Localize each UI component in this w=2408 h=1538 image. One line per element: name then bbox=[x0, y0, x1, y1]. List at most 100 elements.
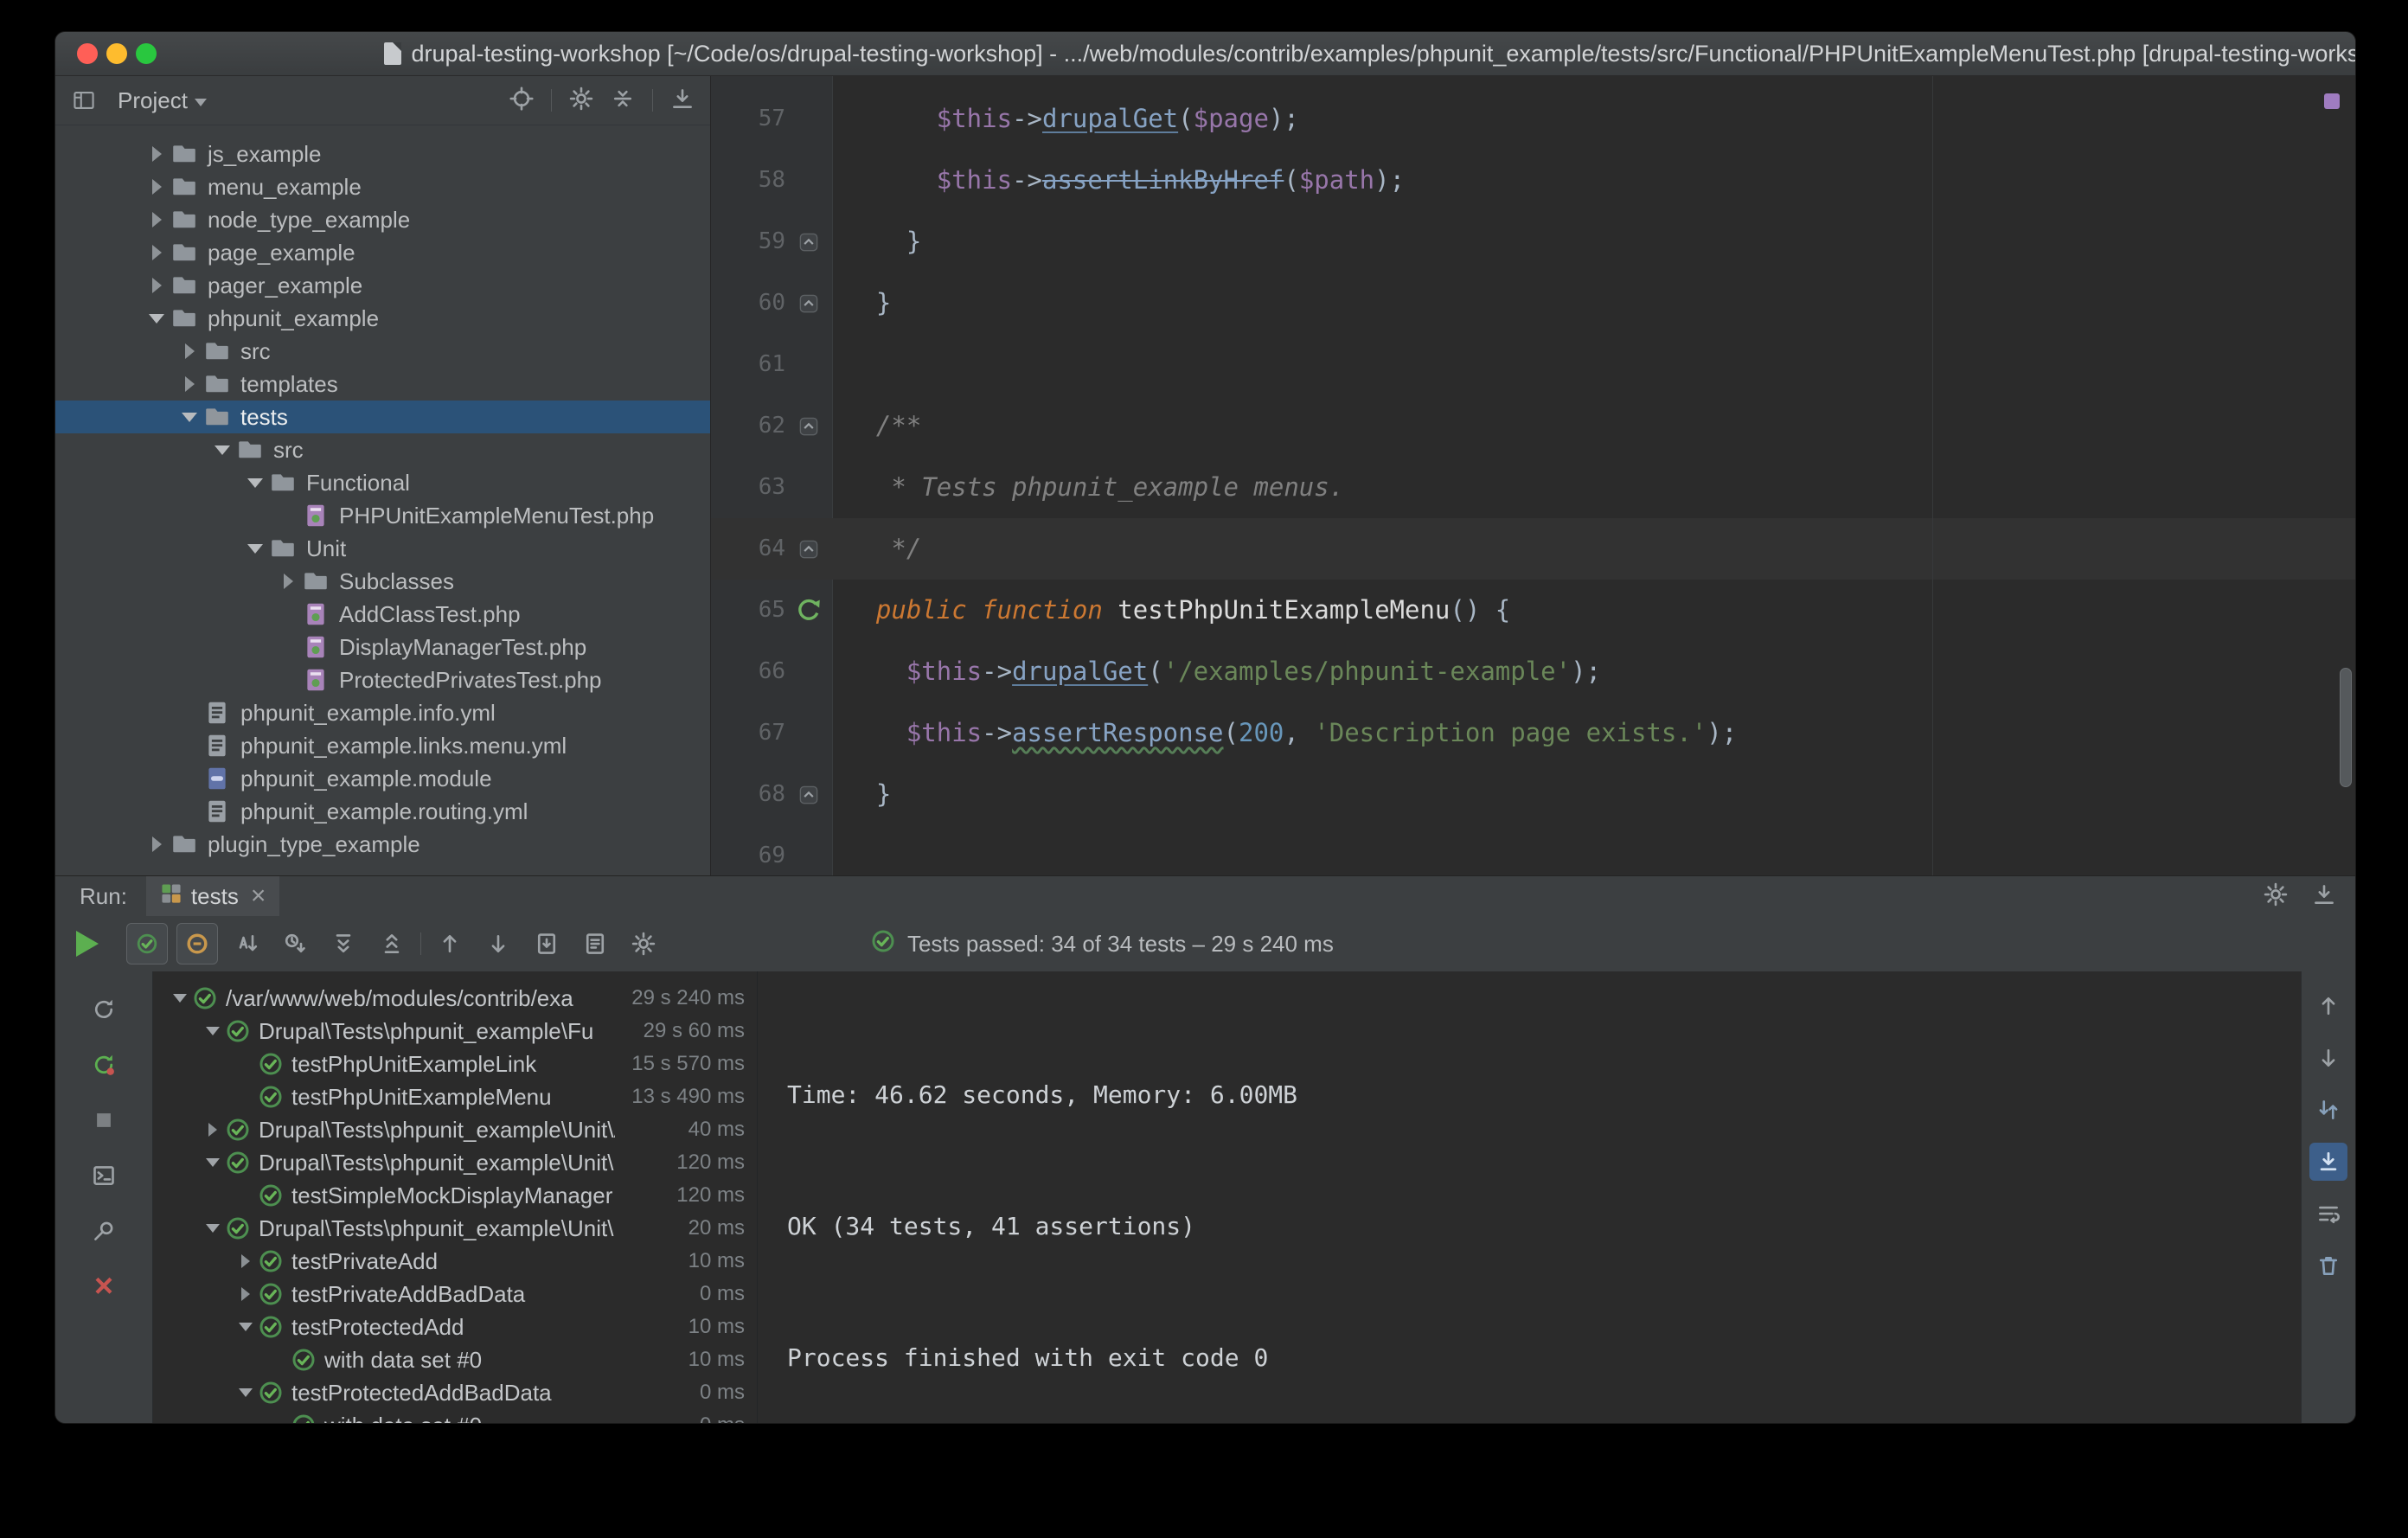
chevron-right-icon[interactable] bbox=[233, 1287, 259, 1301]
test-tree-item[interactable]: Drupal\Tests\phpunit_example\Fu 29 s 60 m… bbox=[153, 1015, 757, 1048]
fold-marker-icon[interactable] bbox=[785, 211, 832, 272]
scroll-down-button[interactable] bbox=[2309, 1039, 2347, 1077]
chevron-down-icon[interactable] bbox=[240, 477, 270, 488]
editor-line-63[interactable]: 63 * Tests phpunit_example menus. bbox=[711, 457, 2355, 518]
minimize-window-button[interactable] bbox=[106, 43, 127, 64]
console-output[interactable]: Time: 46.62 seconds, Memory: 6.00MB OK (… bbox=[758, 971, 2301, 1423]
chevron-right-icon[interactable] bbox=[142, 179, 171, 195]
editor-scrollbar[interactable] bbox=[2340, 668, 2352, 787]
zoom-window-button[interactable] bbox=[136, 43, 157, 64]
rerun-button[interactable] bbox=[85, 990, 123, 1029]
test-tree-item[interactable]: testPhpUnitExampleMenu 13 s 490 ms bbox=[153, 1080, 757, 1113]
editor-line-61[interactable]: 61 bbox=[711, 334, 2355, 395]
tree-item-phpunit-example-routing-yml[interactable]: phpunit_example.routing.yml bbox=[55, 795, 710, 828]
hide-panel-icon[interactable] bbox=[2312, 882, 2336, 911]
tab-tests[interactable]: tests × bbox=[145, 876, 280, 916]
rerun-failed-tests-button[interactable] bbox=[85, 1046, 123, 1084]
sort-by-duration-button[interactable] bbox=[275, 924, 315, 964]
test-tree-item[interactable]: testProtectedAdd 10 ms bbox=[153, 1311, 757, 1343]
editor-line-65[interactable]: 65 public function testPhpUnitExampleMen… bbox=[711, 580, 2355, 641]
tree-item-templates[interactable]: templates bbox=[55, 368, 710, 401]
chevron-right-icon[interactable] bbox=[142, 146, 171, 162]
chevron-down-icon[interactable] bbox=[208, 445, 237, 455]
settings-icon[interactable] bbox=[569, 87, 593, 115]
sort-alphabetically-button[interactable] bbox=[227, 924, 266, 964]
chevron-down-icon[interactable] bbox=[233, 1388, 259, 1397]
test-tree-item[interactable]: /var/www/web/modules/contrib/exa 29 s 240… bbox=[153, 982, 757, 1015]
test-tree-item[interactable]: testPrivateAddBadData 0 ms bbox=[153, 1278, 757, 1311]
tree-item-src[interactable]: src bbox=[55, 335, 710, 368]
tree-item-phpunitexamplemenutest-php[interactable]: PHPUnitExampleMenuTest.php bbox=[55, 499, 710, 532]
chevron-right-icon[interactable] bbox=[175, 343, 204, 359]
tree-item-addclasstest-php[interactable]: AddClassTest.php bbox=[55, 598, 710, 631]
locate-file-icon[interactable] bbox=[509, 86, 534, 115]
tree-item-plugin-type-example[interactable]: plugin_type_example bbox=[55, 828, 710, 861]
tree-item-menu-example[interactable]: menu_example bbox=[55, 170, 710, 203]
chevron-right-icon[interactable] bbox=[142, 278, 171, 293]
settings-button[interactable] bbox=[624, 924, 663, 964]
chevron-right-icon[interactable] bbox=[142, 212, 171, 227]
test-tree-item[interactable]: testSimpleMockDisplayManager 120 ms bbox=[153, 1179, 757, 1212]
tree-item-subclasses[interactable]: Subclasses bbox=[55, 565, 710, 598]
editor-line-68[interactable]: 68 } bbox=[711, 764, 2355, 825]
tree-item-js-example[interactable]: js_example bbox=[55, 138, 710, 170]
test-tree-item[interactable]: testPhpUnitExampleLink 15 s 570 ms bbox=[153, 1048, 757, 1080]
chevron-down-icon[interactable] bbox=[200, 1224, 226, 1233]
chevron-down-icon[interactable] bbox=[142, 313, 171, 324]
tree-item-displaymanagertest-php[interactable]: DisplayManagerTest.php bbox=[55, 631, 710, 663]
next-failed-test-button[interactable] bbox=[478, 924, 518, 964]
run-test-gutter-icon[interactable] bbox=[785, 580, 832, 641]
fold-marker-icon[interactable] bbox=[785, 518, 832, 580]
chevron-right-icon[interactable] bbox=[142, 245, 171, 260]
test-tree-item[interactable]: testPrivateAdd 10 ms bbox=[153, 1245, 757, 1278]
tree-item-protectedprivatestest-php[interactable]: ProtectedPrivatesTest.php bbox=[55, 663, 710, 696]
fold-marker-icon[interactable] bbox=[785, 764, 832, 825]
collapse-all-icon[interactable] bbox=[611, 87, 635, 115]
show-passed-button[interactable] bbox=[126, 923, 168, 964]
tree-item-pager-example[interactable]: pager_example bbox=[55, 269, 710, 302]
chevron-down-icon[interactable] bbox=[200, 1158, 226, 1167]
scroll-up-button[interactable] bbox=[2309, 987, 2347, 1025]
tree-item-phpunit-example-links-menu-yml[interactable]: phpunit_example.links.menu.yml bbox=[55, 729, 710, 762]
test-tree-item[interactable]: Drupal\Tests\phpunit_example\Unit\P 20 ms bbox=[153, 1212, 757, 1245]
swap-panels-button[interactable] bbox=[2309, 1091, 2347, 1129]
editor-line-59[interactable]: 59 } bbox=[711, 211, 2355, 272]
test-tree-item[interactable]: testProtectedAddBadData 0 ms bbox=[153, 1376, 757, 1409]
chevron-down-icon[interactable] bbox=[175, 412, 204, 422]
chevron-right-icon[interactable] bbox=[200, 1123, 226, 1137]
chevron-down-icon[interactable] bbox=[200, 1027, 226, 1035]
show-ignored-button[interactable] bbox=[176, 923, 218, 964]
chevron-right-icon[interactable] bbox=[233, 1254, 259, 1268]
settings-icon[interactable] bbox=[2264, 882, 2288, 911]
test-tree-item[interactable]: with data set #0 10 ms bbox=[153, 1343, 757, 1376]
editor-line-62[interactable]: 62 /** bbox=[711, 395, 2355, 457]
close-window-button[interactable] bbox=[77, 43, 98, 64]
tree-item-phpunit-example[interactable]: phpunit_example bbox=[55, 302, 710, 335]
hide-panel-icon[interactable] bbox=[670, 87, 695, 115]
editor-line-64[interactable]: 64 */ bbox=[711, 518, 2355, 580]
tree-item-phpunit-example-module[interactable]: phpunit_example.module bbox=[55, 762, 710, 795]
tree-item-phpunit-example-info-yml[interactable]: phpunit_example.info.yml bbox=[55, 696, 710, 729]
close-button[interactable]: × bbox=[85, 1267, 123, 1305]
test-history-button[interactable] bbox=[575, 924, 615, 964]
tree-item-unit[interactable]: Unit bbox=[55, 532, 710, 565]
editor-line-58[interactable]: 58 $this->assertLinkByHref($path); bbox=[711, 150, 2355, 211]
test-tree-item[interactable]: with data set #00 ms bbox=[153, 1409, 757, 1423]
chevron-down-icon[interactable] bbox=[167, 994, 193, 1003]
editor-line-69[interactable]: 69 bbox=[711, 825, 2355, 875]
chevron-down-icon[interactable] bbox=[233, 1323, 259, 1331]
clear-all-button[interactable] bbox=[2309, 1246, 2347, 1285]
test-tree-item[interactable]: Drupal\Tests\phpunit_example\Unit\D 120 m… bbox=[153, 1146, 757, 1179]
test-tree-item[interactable]: Drupal\Tests\phpunit_example\Unit\A 40 ms bbox=[153, 1113, 757, 1146]
pin-button[interactable] bbox=[85, 1212, 123, 1250]
run-button[interactable] bbox=[76, 931, 99, 957]
chevron-down-icon[interactable] bbox=[240, 543, 270, 554]
tree-item-page-example[interactable]: page_example bbox=[55, 236, 710, 269]
editor-line-60[interactable]: 60 } bbox=[711, 272, 2355, 334]
previous-failed-test-button[interactable] bbox=[430, 924, 470, 964]
editor-line-57[interactable]: 57 $this->drupalGet($page); bbox=[711, 88, 2355, 150]
editor-line-67[interactable]: 67 $this->assertResponse(200, 'Descripti… bbox=[711, 702, 2355, 764]
editor[interactable]: 57 $this->drupalGet($page); 58 $this->ass… bbox=[711, 76, 2355, 875]
editor-line-66[interactable]: 66 $this->drupalGet('/examples/phpunit-e… bbox=[711, 641, 2355, 702]
expand-all-button[interactable] bbox=[323, 924, 363, 964]
